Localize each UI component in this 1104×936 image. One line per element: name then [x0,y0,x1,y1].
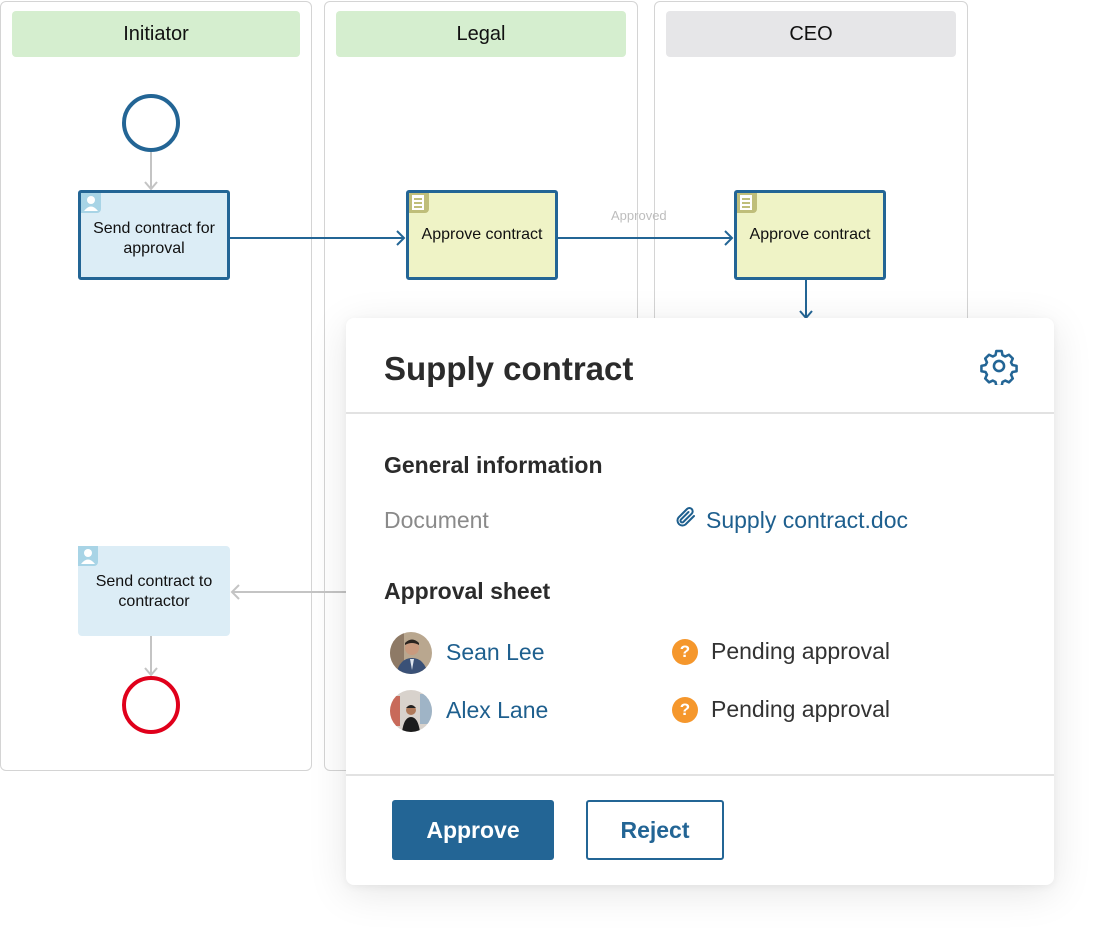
question-icon: ? [672,696,698,723]
user-icon [81,193,101,213]
question-icon: ? [672,638,698,665]
footer-divider [346,774,1054,776]
flow-label-approved: Approved [611,208,667,223]
avatar[interactable] [390,690,432,732]
avatar[interactable] [390,632,432,674]
section-general-information: General information [384,452,603,478]
task-label: Send contract to contractor [95,573,213,610]
task-send-to-contractor[interactable]: Send contract to contractor [78,546,230,636]
task-send-for-approval[interactable]: Send contract for approval [78,190,230,280]
task-label: Approve contract [421,226,543,243]
document-link[interactable]: Supply contract.doc [674,505,908,535]
approver-row: Alex Lane ? Pending approval [390,690,950,732]
reject-button[interactable]: Reject [586,800,724,860]
status-text: Pending approval [711,638,891,664]
approval-status: ? Pending approval [672,696,890,723]
approver-name[interactable]: Alex Lane [446,697,548,724]
task-approve-legal[interactable]: Approve contract [406,190,558,280]
status-text: Pending approval [711,696,891,722]
document-link-text[interactable]: Supply contract.doc [706,507,908,534]
document-label: Document [384,507,489,533]
user-icon [78,546,98,566]
paperclip-icon [674,505,698,535]
document-icon [409,193,429,213]
start-event[interactable] [122,94,180,152]
approve-button[interactable]: Approve [392,800,554,860]
task-label: Approve contract [749,226,871,243]
document-icon [737,193,757,213]
gear-icon[interactable] [980,347,1018,388]
panel-title: Supply contract [384,350,634,387]
task-approve-ceo[interactable]: Approve contract [734,190,886,280]
end-event[interactable] [122,676,180,734]
header-divider [346,412,1054,414]
approver-row: Sean Lee ? Pending approval [390,632,950,674]
approval-status: ? Pending approval [672,638,890,665]
approver-name[interactable]: Sean Lee [446,639,544,666]
contract-detail-panel: Supply contract General information Docu… [346,318,1054,885]
section-approval-sheet: Approval sheet [384,578,551,604]
task-label: Send contract for approval [93,220,215,257]
